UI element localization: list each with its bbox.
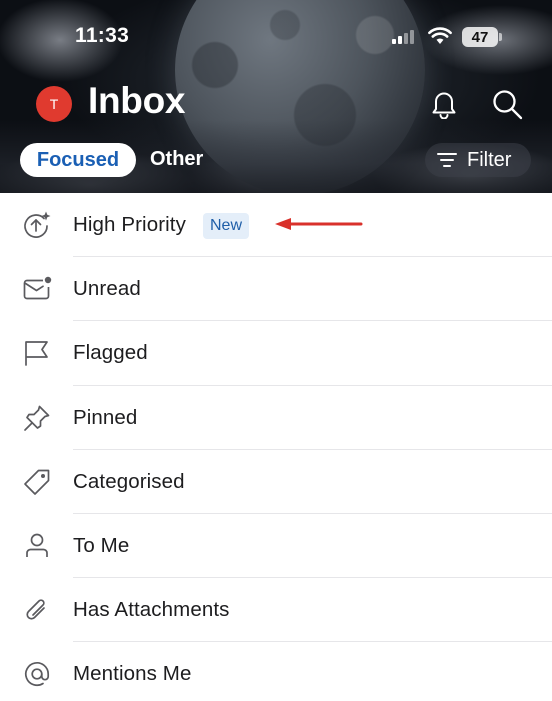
tag-icon: [24, 469, 50, 495]
paperclip-icon: [26, 599, 45, 620]
filter-item-unread[interactable]: Unread: [0, 257, 552, 322]
new-badge: New: [203, 213, 250, 239]
high-priority-sparkle-icon: [24, 211, 51, 238]
wifi-icon: [428, 27, 452, 44]
filter-item-label: Flagged: [73, 341, 148, 365]
flag-icon: [25, 341, 48, 367]
annotation-arrow: [275, 218, 363, 230]
page-title: Inbox: [88, 80, 186, 121]
filter-item-label: Categorised: [73, 469, 185, 493]
filter-button[interactable]: Filter: [425, 143, 531, 177]
filter-item-label: Mentions Me: [73, 662, 192, 686]
filter-button-label: Filter: [467, 148, 512, 171]
account-avatar[interactable]: T: [36, 86, 72, 122]
bell-icon[interactable]: [430, 89, 458, 119]
filter-item-has-attachments[interactable]: Has Attachments: [0, 578, 552, 643]
filter-item-categorised[interactable]: Categorised: [0, 450, 552, 514]
battery-indicator: 47: [462, 27, 498, 47]
filter-item-label: Unread: [73, 277, 141, 301]
tab-other[interactable]: Other: [150, 148, 203, 171]
status-time: 11:33: [75, 24, 130, 47]
filter-item-flagged[interactable]: Flagged: [0, 321, 552, 386]
pin-icon: [24, 405, 50, 431]
at-sign-icon: [24, 662, 50, 687]
filter-item-label: Has Attachments: [73, 598, 230, 622]
search-icon[interactable]: [491, 88, 523, 120]
person-icon: [26, 533, 48, 558]
filter-item-to-me[interactable]: To Me: [0, 514, 552, 579]
filter-item-label: High Priority: [73, 213, 186, 237]
filter-item-mentions-me[interactable]: Mentions Me: [0, 642, 552, 701]
filter-item-pinned[interactable]: Pinned: [0, 386, 552, 450]
unread-envelope-icon: [23, 277, 52, 300]
filter-item-high-priority[interactable]: High Priority New: [0, 193, 552, 258]
battery-tip: [499, 33, 502, 41]
tab-focused[interactable]: Focused: [20, 143, 136, 177]
filter-options-list: High Priority New Unread Flagged Pinned: [0, 193, 552, 701]
filter-item-label: Pinned: [73, 405, 138, 429]
cellular-signal-icon: [392, 30, 416, 44]
filter-lines-icon: [437, 153, 457, 167]
filter-item-label: To Me: [73, 534, 130, 558]
inbox-header: 11:33 47 T Inbox Focused Other Filter: [0, 0, 552, 193]
